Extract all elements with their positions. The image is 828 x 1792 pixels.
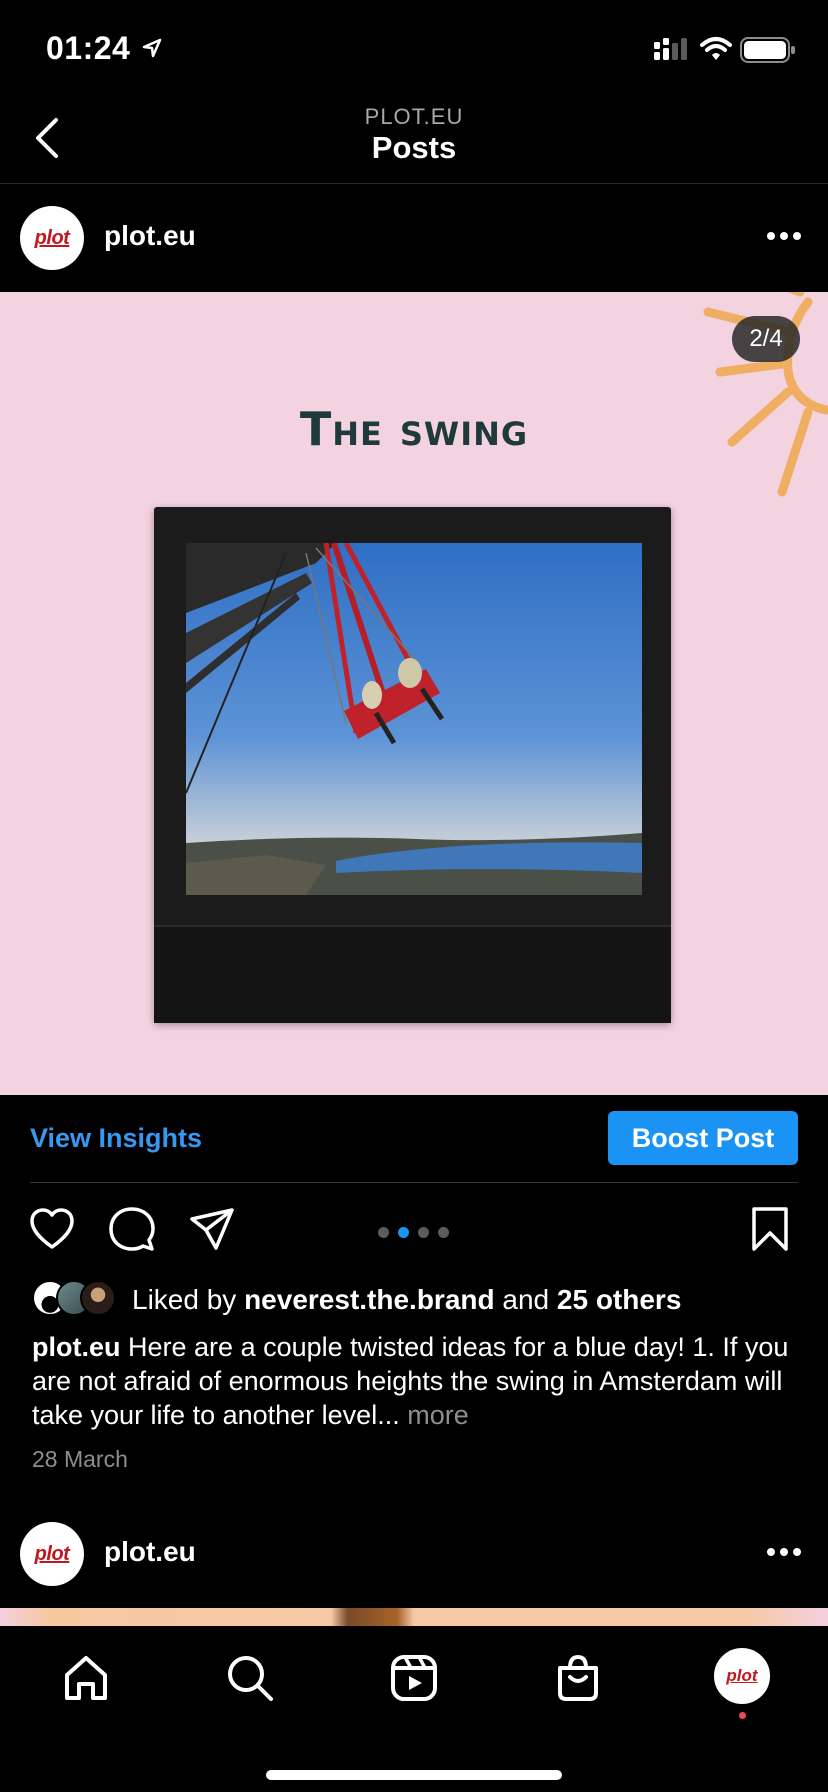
swing-photo	[186, 543, 642, 895]
carousel-dots	[378, 1227, 449, 1238]
next-post-username[interactable]: plot.eu	[104, 1536, 196, 1568]
carousel-dot	[378, 1227, 389, 1238]
post-date: 28 March	[32, 1446, 128, 1472]
heart-icon[interactable]	[28, 1205, 76, 1253]
carousel-dot	[418, 1227, 429, 1238]
caption-more-link[interactable]: more	[407, 1400, 469, 1430]
home-indicator[interactable]	[266, 1770, 562, 1780]
tab-search[interactable]	[222, 1650, 278, 1706]
insights-row: View Insights Boost Post	[0, 1095, 828, 1182]
bookmark-icon[interactable]	[746, 1205, 794, 1253]
status-bar: 01:24	[0, 0, 828, 100]
wifi-icon	[700, 37, 732, 60]
account-kicker: PLOT.EU	[364, 104, 464, 129]
slide-title: The swing	[299, 402, 529, 456]
post-header: plot plot.eu	[0, 184, 828, 292]
caption-username[interactable]: plot.eu	[32, 1332, 121, 1362]
search-icon	[228, 1656, 273, 1701]
liker-avatar	[80, 1280, 116, 1316]
location-arrow-icon	[142, 38, 162, 58]
cellular-signal-icon	[654, 38, 687, 60]
more-options-icon[interactable]	[766, 1546, 802, 1558]
page-title: Posts	[371, 130, 457, 165]
likes-text: Liked by neverest.the.brand and 25 other…	[132, 1284, 681, 1316]
likes-prefix: Liked by	[132, 1284, 237, 1315]
tab-bar: plot	[0, 1626, 828, 1792]
reels-icon	[391, 1655, 437, 1701]
tab-shop[interactable]	[550, 1650, 606, 1706]
post-username[interactable]: plot.eu	[104, 220, 196, 252]
tab-reels[interactable]	[386, 1650, 442, 1706]
carousel-dot	[438, 1227, 449, 1238]
status-time: 01:24	[46, 30, 131, 66]
liker-avatars	[32, 1280, 122, 1318]
slide-counter: 2/4	[732, 316, 800, 362]
notification-dot	[739, 1712, 746, 1719]
polaroid-frame	[154, 507, 671, 1023]
next-post-header: plot plot.eu	[0, 1500, 828, 1608]
likes-row[interactable]: Liked by neverest.the.brand and 25 other…	[32, 1280, 812, 1320]
caption: plot.eu Here are a couple twisted ideas …	[32, 1330, 802, 1432]
battery-icon	[740, 37, 795, 63]
home-icon	[65, 1656, 107, 1700]
avatar[interactable]: plot	[20, 206, 84, 270]
post-actions	[0, 1205, 828, 1261]
share-icon[interactable]	[188, 1205, 236, 1253]
shop-icon	[558, 1654, 598, 1701]
post-media[interactable]: 2/4 The swing	[0, 292, 828, 1095]
carousel-dot-active	[398, 1227, 409, 1238]
view-insights-link[interactable]: View Insights	[30, 1123, 202, 1154]
avatar[interactable]: plot	[20, 1522, 84, 1586]
polaroid-bottom	[154, 925, 671, 1023]
boost-post-button[interactable]: Boost Post	[608, 1111, 798, 1165]
more-options-icon[interactable]	[766, 230, 802, 242]
avatar-logo-text: plot	[34, 226, 70, 249]
liker-username[interactable]: neverest.the.brand	[244, 1284, 495, 1315]
avatar-logo-text: plot	[34, 1542, 70, 1565]
next-post-media[interactable]	[0, 1608, 828, 1626]
likes-others[interactable]: 25 others	[557, 1284, 682, 1315]
tab-profile-avatar[interactable]: plot	[714, 1648, 770, 1704]
tab-home[interactable]	[58, 1650, 114, 1706]
profile-logo-text: plot	[726, 1666, 758, 1685]
divider	[30, 1182, 798, 1183]
nav-header: PLOT.EU Posts	[0, 100, 828, 184]
likes-and: and	[502, 1284, 550, 1315]
comment-icon[interactable]	[108, 1205, 156, 1253]
